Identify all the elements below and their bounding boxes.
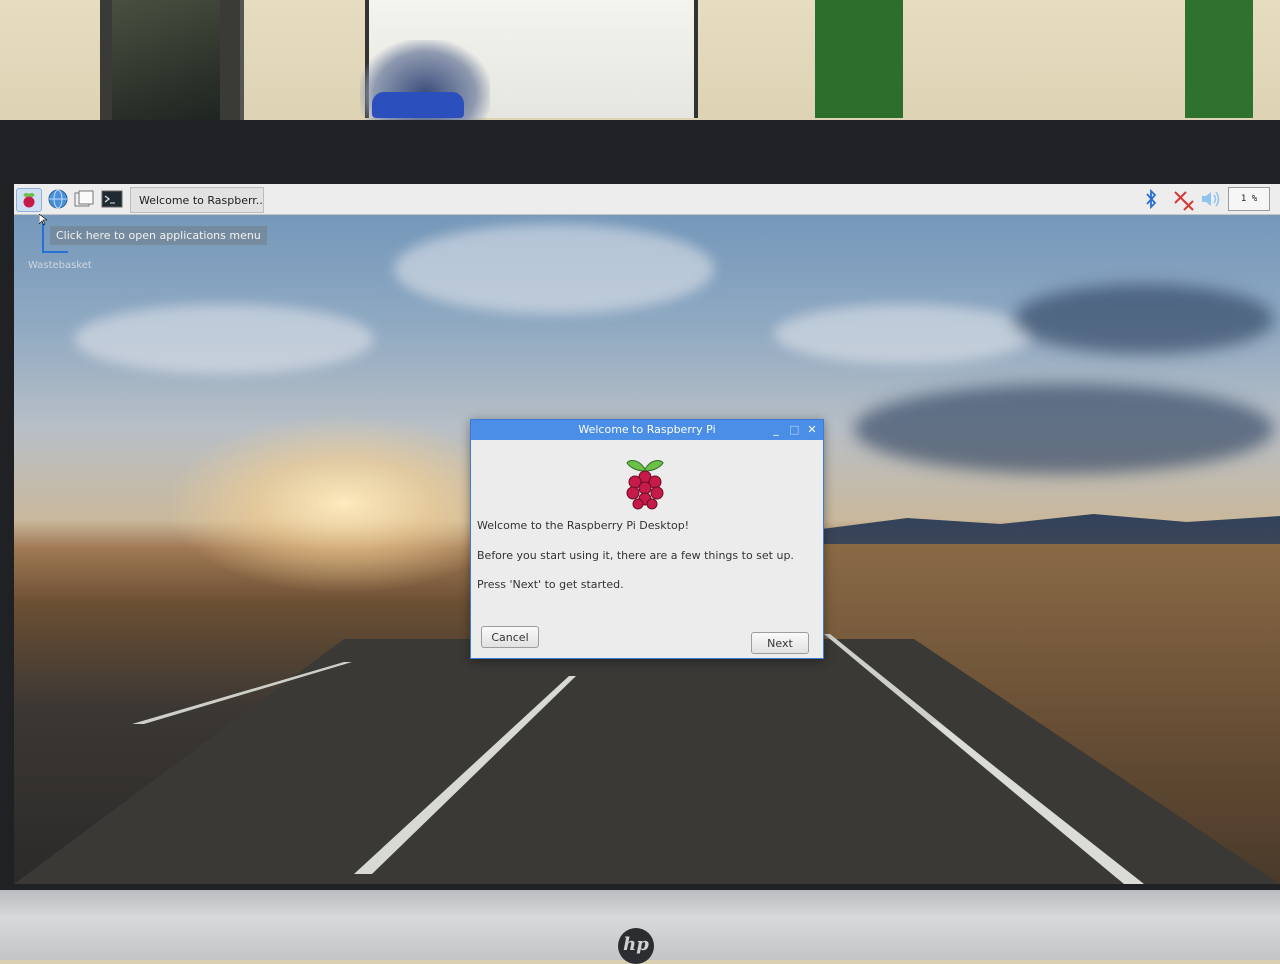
green-panel-right (1185, 0, 1253, 118)
terminal-icon (101, 190, 123, 208)
green-panel (815, 0, 903, 118)
cancel-button[interactable]: Cancel (481, 626, 539, 648)
web-browser-button[interactable] (46, 188, 70, 210)
mouse-cursor-icon (39, 214, 47, 226)
volume-icon (1202, 191, 1220, 207)
wastebasket-icon-label[interactable]: Wastebasket (28, 260, 92, 271)
instruction-text: Press 'Next' to get started. (477, 578, 624, 591)
taskbar-window-welcome[interactable]: Welcome to Raspberr... (130, 187, 264, 213)
maximize-button[interactable]: □ (789, 420, 799, 440)
dialog-title: Welcome to Raspberry Pi (578, 423, 716, 436)
pointer-highlight (42, 222, 44, 252)
next-button[interactable]: Next (751, 632, 809, 654)
door-window (112, 0, 220, 120)
close-button[interactable]: ✕ (807, 420, 817, 440)
globe-icon (48, 189, 68, 209)
setup-info-text: Before you start using it, there are a f… (477, 549, 794, 562)
hp-logo: hp (618, 928, 654, 964)
dialog-titlebar[interactable]: Welcome to Raspberry Pi _ □ ✕ (471, 420, 823, 440)
desktop-screen: Welcome to Raspberr... 1 % Click here to… (14, 184, 1280, 884)
taskbar: Welcome to Raspberr... 1 % (14, 184, 1280, 215)
taskbar-window-label: Welcome to Raspberr... (139, 193, 264, 207)
window-controls: _ □ ✕ (771, 420, 817, 440)
menu-tooltip: Click here to open applications menu (50, 226, 267, 245)
welcome-dialog: Welcome to Raspberry Pi _ □ ✕ Welcome to… (470, 419, 824, 659)
minimize-button[interactable]: _ (771, 420, 781, 440)
network-tray-button[interactable] (1172, 189, 1196, 215)
bluetooth-tray-button[interactable] (1144, 188, 1158, 213)
applications-menu-button[interactable] (16, 188, 42, 212)
welcome-text: Welcome to the Raspberry Pi Desktop! (477, 519, 690, 532)
raspberry-menu-icon (23, 193, 35, 208)
bluetooth-icon (1146, 188, 1157, 210)
doorway (100, 0, 244, 126)
file-manager-icon (74, 190, 94, 207)
file-manager-button[interactable] (72, 188, 96, 210)
terminal-button[interactable] (100, 188, 124, 210)
volume-tray-button[interactable] (1200, 189, 1222, 213)
pointer-highlight (42, 251, 68, 253)
cpu-usage-monitor[interactable]: 1 % (1228, 187, 1270, 211)
network-disconnected-icon (1174, 191, 1194, 211)
room-background (0, 0, 1280, 130)
face-mask (372, 92, 464, 118)
raspberry-pi-logo-icon (626, 460, 664, 510)
